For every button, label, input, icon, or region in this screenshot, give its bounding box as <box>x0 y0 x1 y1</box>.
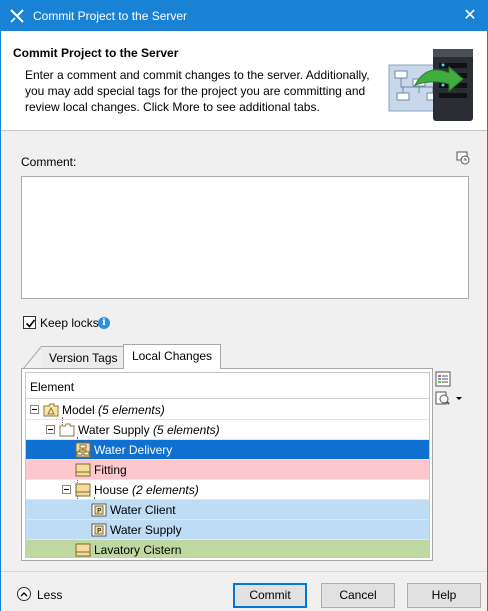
model-package-icon <box>43 403 59 417</box>
part-property-icon: P <box>91 503 107 517</box>
block-icon <box>75 483 91 497</box>
dialog-footer: Less Commit Cancel Help <box>1 571 487 611</box>
keep-locks-checkbox[interactable] <box>23 316 36 329</box>
commit-dialog: Commit Project to the Server ✕ Commit Pr… <box>0 0 488 611</box>
tab-edge <box>23 346 43 369</box>
tree-row-lavatory-cistern[interactable]: Lavatory Cistern <box>26 540 429 557</box>
row-name: Model <box>62 403 95 417</box>
less-label[interactable]: Less <box>37 588 62 602</box>
tree-column-header[interactable]: Element <box>26 373 429 399</box>
checkmark-icon <box>25 319 36 328</box>
svg-text:P: P <box>97 527 101 535</box>
row-count: (5 elements) <box>152 423 220 437</box>
column-element-label: Element <box>30 380 75 394</box>
tree-row-water-supply-part[interactable]: P Water Supply <box>26 520 429 540</box>
info-icon[interactable]: i <box>98 317 110 329</box>
title-bar: Commit Project to the Server ✕ <box>1 1 487 31</box>
row-name: Water Client <box>110 503 176 517</box>
row-name: House <box>94 483 129 497</box>
folder-icon <box>59 423 75 437</box>
tree-row-water-client[interactable]: P Water Client <box>26 500 429 520</box>
collapse-up-icon[interactable] <box>17 587 31 601</box>
dialog-header: Commit Project to the Server Enter a com… <box>1 31 487 131</box>
cancel-button[interactable]: Cancel <box>321 583 395 608</box>
row-name: Lavatory Cistern <box>94 543 182 557</box>
block-icon <box>75 463 91 477</box>
header-title: Commit Project to the Server <box>13 46 179 60</box>
tree-row-water-supply-package[interactable]: Water Supply (5 elements) <box>26 420 429 440</box>
commit-button[interactable]: Commit <box>233 583 307 608</box>
tree-row-model[interactable]: Model (5 elements) <box>26 400 429 420</box>
window-title: Commit Project to the Server <box>33 9 188 23</box>
diagram-icon <box>75 442 91 458</box>
block-icon <box>75 543 91 557</box>
element-tree[interactable]: Element Model (5 elements) Water Supply … <box>25 372 430 558</box>
row-name: Water Supply <box>78 423 150 437</box>
part-property-icon: P <box>91 523 107 537</box>
tree-row-fitting[interactable]: Fitting <box>26 460 429 480</box>
collapse-toggle[interactable] <box>30 405 39 414</box>
tree-row-house[interactable]: House (2 elements) <box>26 480 429 500</box>
comment-history-icon[interactable] <box>456 151 470 165</box>
svg-text:P: P <box>97 507 101 515</box>
tree-row-water-delivery[interactable]: Water Delivery <box>26 440 429 460</box>
row-count: (2 elements) <box>132 483 199 497</box>
comment-textarea[interactable] <box>21 176 469 299</box>
keep-locks-label: Keep locks <box>40 316 99 330</box>
comment-label: Comment: <box>21 155 77 169</box>
tab-version-tags[interactable]: Version Tags <box>41 346 127 368</box>
collapse-toggle[interactable] <box>46 425 55 434</box>
row-count: (5 elements) <box>98 403 165 417</box>
row-name: Water Delivery <box>94 443 173 457</box>
tab-local-changes[interactable]: Local Changes <box>123 344 222 369</box>
close-icon[interactable]: ✕ <box>463 7 476 24</box>
magicdraw-app-icon <box>10 9 24 23</box>
close-button[interactable]: ✕ <box>453 1 487 31</box>
row-name: Fitting <box>94 463 127 477</box>
find-dropdown-icon[interactable] <box>435 390 465 406</box>
local-changes-panel: Element Model (5 elements) Water Supply … <box>21 368 433 561</box>
collapse-toggle[interactable] <box>62 485 71 494</box>
header-description: Enter a comment and commit changes to th… <box>25 68 370 114</box>
legend-list-icon[interactable] <box>435 371 451 387</box>
row-name: Water Supply <box>110 523 182 537</box>
server-diagram-icon <box>388 49 473 121</box>
help-button[interactable]: Help <box>407 583 481 608</box>
